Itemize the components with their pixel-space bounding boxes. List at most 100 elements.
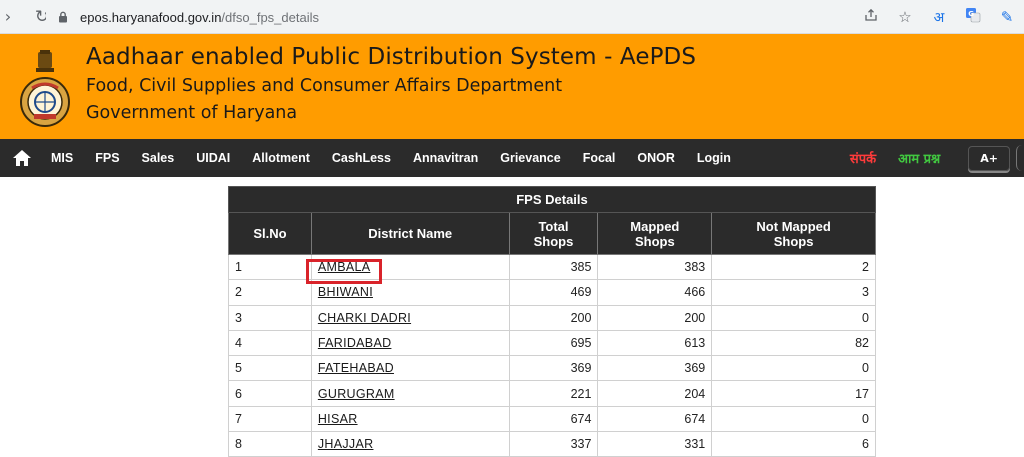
header-not-mapped-shops-line2: Shops [773,233,814,249]
cell-total: 674 [508,405,599,433]
government-name: Government of Haryana [86,103,298,123]
cell-total: 221 [508,380,599,407]
cell-total: 695 [508,329,599,357]
table-caption: FPS Details [228,186,876,213]
fps-details-table-container: FPS Details Sl.No District Name Total Sho… [228,186,876,457]
district-link[interactable]: AMBALA [318,260,371,274]
cell-sl-no: 5 [228,355,312,382]
cell-mapped: 369 [597,355,713,382]
district-link[interactable]: GURUGRAM [318,387,395,401]
header-not-mapped-shops: Not Mapped Shops [711,212,876,255]
cell-not-mapped: 2 [711,253,876,281]
department-name: Food, Civil Supplies and Consumer Affair… [86,76,563,96]
header-sl-no: Sl.No [228,212,312,255]
nav-item-cashless[interactable]: CashLess [321,139,402,177]
nav-item-sales[interactable]: Sales [131,139,186,177]
header-mapped-shops: Mapped Shops [597,212,713,255]
home-icon[interactable] [12,149,32,167]
cell-not-mapped: 17 [711,380,876,407]
header-total-shops-line2: Shops [533,233,574,249]
cell-district: GURUGRAM [310,380,510,407]
site-header: Aadhaar enabled Public Distribution Syst… [0,34,1024,139]
cell-mapped: 674 [597,405,713,433]
cell-district: HISAR [310,405,510,433]
district-link[interactable]: HISAR [318,412,358,426]
table-row: 1 AMBALA 385 383 2 [228,253,876,281]
cell-not-mapped: 6 [711,431,876,457]
nav-item-annavitran[interactable]: Annavitran [402,139,489,177]
cell-district: AMBALA [310,253,510,281]
cell-not-mapped: 0 [711,405,876,433]
nav-item-allotment[interactable]: Allotment [241,139,321,177]
district-link[interactable]: FATEHABAD [318,361,394,375]
header-not-mapped-shops-line1: Not Mapped [756,218,831,234]
cell-total: 469 [508,279,599,306]
cell-not-mapped: 82 [711,329,876,357]
cell-mapped: 383 [597,253,713,281]
url-domain: epos.haryanafood.gov.in [80,9,222,25]
fps-details-table: FPS Details Sl.No District Name Total Sho… [228,186,876,457]
main-nav: MIS FPS Sales UIDAI Allotment CashLess A… [0,139,1024,177]
nav-item-login[interactable]: Login [686,139,742,177]
browser-actions: ☆ अ G ✎ [854,0,1024,34]
district-link[interactable]: JHAJJAR [318,437,374,451]
cell-sl-no: 6 [228,380,312,407]
nav-item-focal[interactable]: Focal [572,139,627,177]
district-link[interactable]: CHARKI DADRI [318,311,411,325]
nav-item-grievance[interactable]: Grievance [489,139,571,177]
cell-total: 337 [508,431,599,457]
contact-link[interactable]: संपर्क [850,149,876,167]
district-link[interactable]: BHIWANI [318,285,373,299]
cell-total: 369 [508,355,599,382]
nav-right-group: संपर्क आम प्रश्न A+ [850,139,1024,177]
nav-item-onor[interactable]: ONOR [626,139,686,177]
cell-sl-no: 3 [228,304,312,331]
nav-item-fps[interactable]: FPS [84,139,130,177]
haryana-emblem-logo [20,50,70,127]
back-arrow-icon[interactable]: › [0,7,16,26]
bookmark-star-icon[interactable]: ☆ [888,8,922,26]
browser-toolbar: › ↻ epos.haryanafood.gov.in/dfso_fps_det… [0,0,1024,34]
nav-edge-button[interactable] [1016,145,1024,171]
cell-not-mapped: 0 [711,355,876,382]
header-total-shops-line1: Total [538,218,569,234]
header-mapped-shops-line1: Mapped [630,218,680,234]
cell-district: BHIWANI [310,279,510,306]
nav-item-mis[interactable]: MIS [40,139,84,177]
cell-not-mapped: 3 [711,279,876,306]
cell-sl-no: 2 [228,279,312,306]
lock-icon[interactable] [56,10,70,24]
district-link[interactable]: FARIDABAD [318,336,392,350]
header-mapped-shops-line2: Shops [634,233,675,249]
cell-sl-no: 4 [228,329,312,357]
table-row: 4 FARIDABAD 695 613 82 [228,329,876,357]
svg-text:G: G [968,10,974,18]
table-row: 7 HISAR 674 674 0 [228,405,876,433]
cell-sl-no: 1 [228,253,312,281]
cell-not-mapped: 0 [711,304,876,331]
share-icon[interactable] [854,8,888,26]
table-row: 3 CHARKI DADRI 200 200 0 [228,304,876,331]
cell-district: FARIDABAD [310,329,510,357]
address-bar[interactable]: epos.haryanafood.gov.in/dfso_fps_details [46,3,866,31]
table-row: 6 GURUGRAM 221 204 17 [228,380,876,407]
cell-district: FATEHABAD [310,355,510,382]
page-title: Aadhaar enabled Public Distribution Syst… [86,44,697,70]
table-row: 8 JHAJJAR 337 331 6 [228,431,876,457]
table-row: 2 BHIWANI 469 466 3 [228,279,876,306]
cell-sl-no: 7 [228,405,312,433]
faq-link[interactable]: आम प्रश्न [898,149,940,167]
cell-mapped: 613 [597,329,713,357]
cell-sl-no: 8 [228,431,312,457]
google-translate-icon[interactable]: G [956,7,990,27]
cell-mapped: 466 [597,279,713,306]
cell-total: 200 [508,304,599,331]
cell-total: 385 [508,253,599,281]
font-increase-button[interactable]: A+ [968,145,1010,171]
pen-icon[interactable]: ✎ [990,8,1024,26]
cell-district: JHAJJAR [310,431,510,457]
cell-mapped: 204 [597,380,713,407]
nav-item-uidai[interactable]: UIDAI [185,139,241,177]
hindi-input-icon[interactable]: अ [922,8,956,27]
header-total-shops: Total Shops [508,212,599,255]
